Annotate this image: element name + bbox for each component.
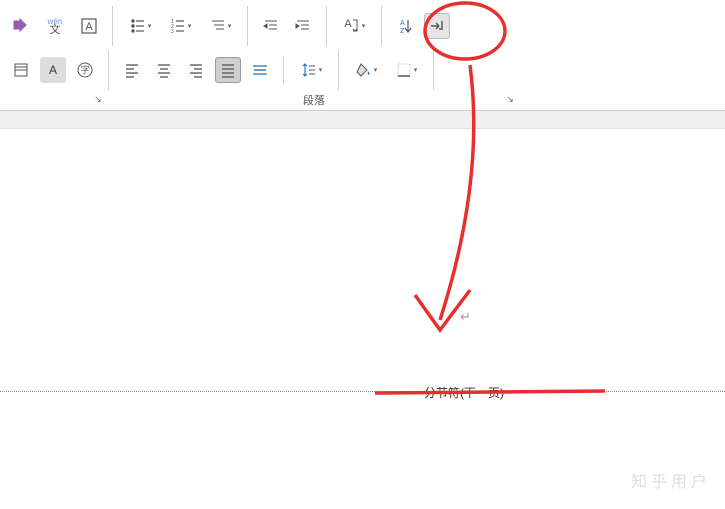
sort-button[interactable]: AZ: [392, 13, 418, 39]
align-left-button[interactable]: [119, 57, 145, 83]
watermark: 知乎用户: [631, 468, 711, 492]
document-area[interactable]: ↵ 分节符(下一页): [0, 129, 725, 509]
svg-text:A: A: [400, 20, 405, 27]
svg-text:A: A: [49, 63, 57, 77]
section-break-label: 分节符(下一页): [420, 384, 508, 401]
svg-text:3: 3: [171, 29, 174, 35]
character-border-button[interactable]: A: [76, 13, 102, 39]
align-center-button[interactable]: [151, 57, 177, 83]
section-break-line: [0, 391, 725, 392]
svg-text:A: A: [85, 21, 93, 33]
decrease-indent-button[interactable]: [258, 13, 284, 39]
paragraph-dialog-launcher-icon[interactable]: ↘: [504, 94, 516, 106]
align-distributed-button[interactable]: [247, 57, 273, 83]
character-shading-icon[interactable]: [8, 57, 34, 83]
borders-button[interactable]: ▾: [389, 57, 423, 83]
font-dialog-launcher-icon[interactable]: ↘: [92, 94, 104, 106]
align-right-button[interactable]: [183, 57, 209, 83]
increase-indent-button[interactable]: [290, 13, 316, 39]
clear-formatting-icon[interactable]: [8, 13, 34, 39]
show-hide-marks-button[interactable]: [424, 13, 450, 39]
ribbon-group-labels: ↘ 段落↘: [0, 92, 725, 110]
svg-text:字: 字: [80, 64, 89, 75]
phonetic-guide-button[interactable]: wén文: [40, 13, 70, 39]
ribbon: wén文 A ▾ 123▾ ▾ A▾ AZ A 字 ▾ ▾ ▾ ↘ 段落↘: [0, 0, 725, 111]
sub-ribbon: [0, 111, 725, 129]
group-paragraph: 段落↘: [108, 92, 520, 108]
enclose-characters-button[interactable]: 字: [72, 57, 98, 83]
svg-text:A: A: [344, 18, 352, 30]
ribbon-row-2: A 字 ▾ ▾ ▾: [0, 48, 725, 92]
line-spacing-button[interactable]: ▾: [294, 57, 328, 83]
svg-text:Z: Z: [400, 28, 405, 35]
multilevel-list-button[interactable]: ▾: [203, 13, 237, 39]
bullets-button[interactable]: ▾: [123, 13, 157, 39]
group-font: ↘: [0, 92, 108, 108]
text-highlight-button[interactable]: A: [40, 57, 66, 83]
paragraph-mark-icon: ↵: [460, 309, 471, 325]
ribbon-row-1: wén文 A ▾ 123▾ ▾ A▾ AZ: [0, 4, 725, 48]
text-direction-button[interactable]: A▾: [337, 13, 371, 39]
shading-button[interactable]: ▾: [349, 57, 383, 83]
numbering-button[interactable]: 123▾: [163, 13, 197, 39]
align-justify-button[interactable]: [215, 57, 241, 83]
